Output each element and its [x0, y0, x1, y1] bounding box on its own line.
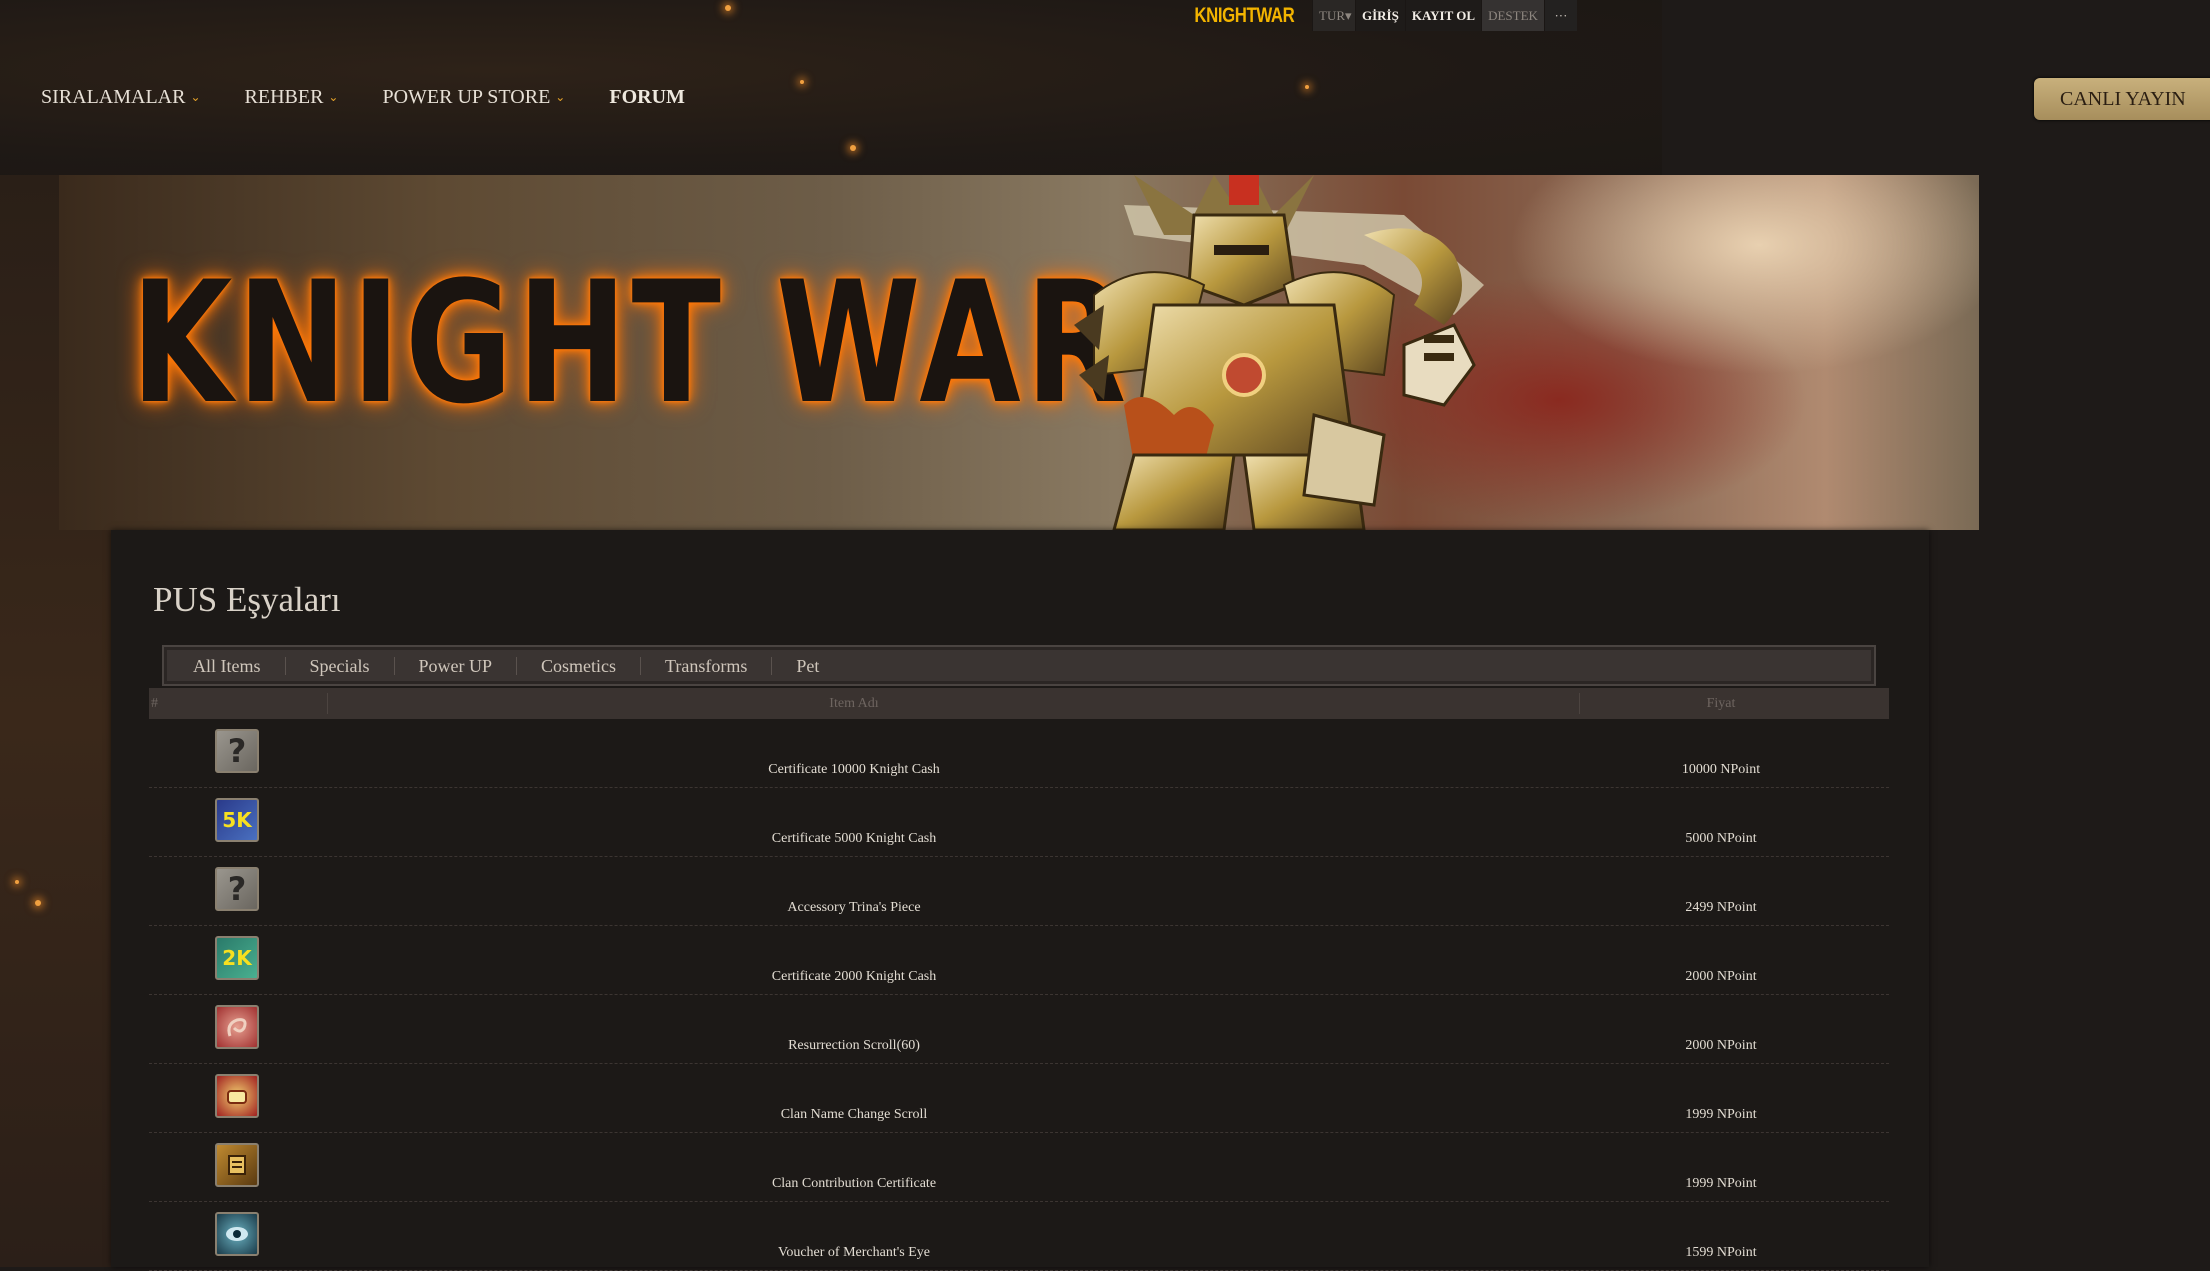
main-nav: SIRALAMALAR ⌄ REHBER ⌄ POWER UP STORE ⌄ … — [41, 86, 685, 109]
column-header-price: Fiyat — [1706, 696, 1736, 711]
nav-item-label: POWER UP STORE — [382, 86, 551, 108]
item-name: Voucher of Merchant's Eye — [778, 1245, 930, 1260]
nav-item-label: REHBER — [244, 86, 324, 108]
ember-particle — [15, 880, 19, 884]
top-bar: KNIGHTWAR TUR▾ GİRİŞ KAYIT OL DESTEK ··· — [1188, 0, 1577, 31]
nav-item-label: SIRALAMALAR — [41, 86, 186, 108]
item-name: Certificate 2000 Knight Cash — [771, 969, 937, 984]
knight-character-image — [1074, 175, 1484, 530]
item-price: 1999 NPoint — [1685, 1176, 1757, 1191]
table-row[interactable]: Voucher of Merchant's Eye 1599 NPoint — [149, 1202, 1889, 1271]
table-row[interactable]: 2K Certificate 2000 Knight Cash 2000 NPo… — [149, 926, 1889, 995]
nav-item-forum[interactable]: FORUM — [609, 86, 685, 109]
banner-logo: KNIGHT WAR — [131, 245, 1131, 441]
item-price: 5000 NPoint — [1685, 831, 1757, 846]
tab-all-items[interactable]: All Items — [177, 656, 286, 675]
item-name: Accessory Trina's Piece — [787, 900, 921, 915]
ember-particle — [1305, 85, 1309, 89]
brand-logo[interactable]: KNIGHTWAR — [1188, 0, 1294, 31]
nav-item-guide[interactable]: REHBER ⌄ — [245, 86, 339, 109]
item-price: 2000 NPoint — [1685, 969, 1757, 984]
login-link[interactable]: GİRİŞ — [1355, 0, 1405, 31]
tab-specials[interactable]: Specials — [286, 656, 395, 675]
table-row[interactable]: ? Certificate 10000 Knight Cash 10000 NP… — [149, 719, 1889, 788]
language-selector[interactable]: TUR▾ — [1312, 0, 1355, 31]
nav-item-label: FORUM — [609, 86, 685, 108]
table-row[interactable]: Resurrection Scroll(60) 2000 NPoint — [149, 995, 1889, 1064]
hero-banner: KNIGHT WAR — [59, 175, 1979, 530]
item-price: 1599 NPoint — [1685, 1245, 1757, 1260]
chevron-down-icon: ⌄ — [190, 89, 201, 104]
table-row[interactable]: ? Accessory Trina's Piece 2499 NPoint — [149, 857, 1889, 926]
item-price: 1999 NPoint — [1685, 1107, 1757, 1122]
ember-particle — [800, 80, 804, 84]
chevron-down-icon: ⌄ — [555, 89, 566, 104]
item-name: Certificate 10000 Knight Cash — [768, 762, 940, 777]
live-stream-button[interactable]: CANLI YAYIN — [2034, 78, 2210, 120]
column-divider — [1579, 693, 1580, 714]
items-table: ? Certificate 10000 Knight Cash 10000 NP… — [149, 719, 1889, 1271]
nav-item-rankings[interactable]: SIRALAMALAR ⌄ — [41, 86, 201, 109]
more-menu-icon[interactable]: ··· — [1543, 0, 1577, 31]
item-name: Clan Contribution Certificate — [771, 1176, 937, 1191]
table-header: # Item Adı Fiyat — [149, 688, 1889, 719]
ember-particle — [35, 900, 41, 906]
item-name: Clan Name Change Scroll — [780, 1107, 928, 1122]
table-row[interactable]: Clan Contribution Certificate 1999 NPoin… — [149, 1133, 1889, 1202]
page-title: PUS Eşyaları — [153, 580, 341, 619]
item-price: 2000 NPoint — [1685, 1038, 1757, 1053]
tab-pet[interactable]: Pet — [772, 657, 843, 675]
register-link[interactable]: KAYIT OL — [1404, 0, 1482, 31]
chevron-down-icon: ⌄ — [328, 89, 339, 104]
support-link[interactable]: DESTEK — [1481, 0, 1544, 31]
item-name: Certificate 5000 Knight Cash — [771, 831, 937, 846]
table-row[interactable]: Clan Name Change Scroll 1999 NPoint — [149, 1064, 1889, 1133]
category-tabs: All Items Specials Power UP Cosmetics Tr… — [162, 645, 1876, 686]
nav-item-power-up-store[interactable]: POWER UP STORE ⌄ — [382, 86, 565, 109]
item-price: 10000 NPoint — [1681, 762, 1761, 777]
tab-power-up[interactable]: Power UP — [395, 656, 518, 675]
tab-transforms[interactable]: Transforms — [641, 656, 773, 675]
tab-cosmetics[interactable]: Cosmetics — [517, 656, 642, 675]
ember-particle — [850, 145, 856, 151]
table-row[interactable]: 5K Certificate 5000 Knight Cash 5000 NPo… — [149, 788, 1889, 857]
item-price: 2499 NPoint — [1685, 900, 1757, 915]
ember-particle — [725, 5, 731, 11]
item-name: Resurrection Scroll(60) — [788, 1038, 920, 1053]
column-header-name: Item Adı — [829, 696, 879, 711]
